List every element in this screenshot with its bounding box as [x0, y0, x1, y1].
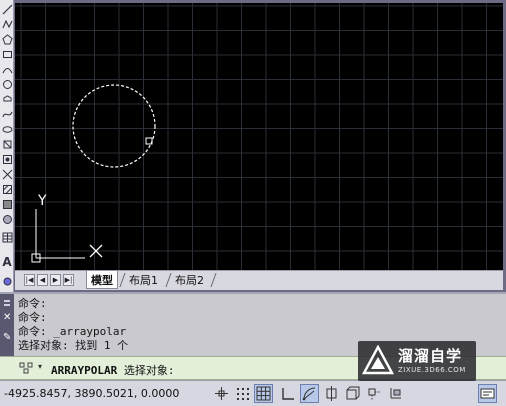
command-history-line: 选择对象: 找到 1 个: [18, 339, 129, 352]
next-tab-button[interactable]: ▶: [50, 274, 61, 286]
coordinate-display[interactable]: -4925.8457, 3890.5021, 0.0000: [4, 387, 179, 400]
snap-mode-icon[interactable]: [233, 384, 252, 403]
ellipse-tool-icon[interactable]: [1, 122, 13, 136]
watermark-title: 溜溜自学: [398, 347, 463, 365]
command-history-line: 命令:: [18, 311, 47, 324]
status-bar: -4925.8457, 3890.5021, 0.0000: [0, 380, 506, 406]
circle-tool-icon[interactable]: [1, 77, 13, 91]
ucs-y-label: Y: [37, 193, 47, 209]
make-block-icon[interactable]: [1, 152, 13, 166]
draw-toolbar: A: [0, 0, 14, 293]
object-snap-tracking-icon[interactable]: [364, 384, 383, 403]
add-selected-icon[interactable]: [1, 274, 13, 288]
tab-model-label: 模型: [91, 273, 113, 287]
gradient-icon[interactable]: [1, 197, 13, 211]
autocad-window: A Y |◀ ◀ ▶ ▶| 模型 布局1 布局2 ✕ ✎ 命令: 命令: 命令:…: [0, 0, 506, 406]
wrench-icon[interactable]: ✎: [3, 332, 11, 343]
tab-layout1-label: 布局1: [129, 274, 158, 287]
command-history-line: 命令:: [18, 297, 47, 310]
command-history-line: 命令: _arraypolar: [18, 325, 127, 338]
revcloud-tool-icon[interactable]: [1, 92, 13, 106]
arc-tool-icon[interactable]: [1, 62, 13, 76]
watermark-subtitle: ZIXUE.3D66.COM: [398, 366, 466, 374]
point-icon[interactable]: [1, 167, 13, 181]
command-icon[interactable]: [19, 362, 33, 374]
rectangle-tool-icon[interactable]: [1, 47, 13, 61]
selected-circle[interactable]: [72, 84, 156, 168]
tab-model[interactable]: 模型: [86, 271, 118, 289]
hatch-icon[interactable]: [1, 182, 13, 196]
prev-tab-button[interactable]: ◀: [37, 274, 48, 286]
polar-tracking-icon[interactable]: [300, 384, 319, 403]
grid-lines: [15, 3, 503, 270]
table-icon[interactable]: [1, 230, 13, 244]
first-tab-button[interactable]: |◀: [24, 274, 35, 286]
prompt-command-name: ARRAYPOLAR: [51, 364, 118, 377]
ucs-icon: Y: [31, 193, 103, 263]
polyline-tool-icon[interactable]: [1, 17, 13, 31]
command-prompt[interactable]: ARRAYPOLAR 选择对象:: [51, 362, 174, 378]
line-tool-icon[interactable]: [1, 2, 13, 16]
grid-display-icon[interactable]: [254, 384, 273, 403]
model-space-canvas[interactable]: Y: [15, 3, 503, 270]
watermark-logo-icon: [362, 345, 394, 375]
watermark: 溜溜自学 ZIXUE.3D66.COM: [358, 341, 476, 381]
chevron-down-icon[interactable]: ▾: [38, 362, 42, 371]
3d-object-snap-icon[interactable]: [343, 384, 362, 403]
spline-tool-icon[interactable]: [1, 107, 13, 121]
drawing-grid: Y: [15, 3, 503, 270]
polygon-tool-icon[interactable]: [1, 32, 13, 46]
object-snap-icon[interactable]: [322, 384, 341, 403]
prompt-text: 选择对象:: [123, 364, 175, 377]
layout-tabs-bar: |◀ ◀ ▶ ▶| 模型 布局1 布局2: [15, 270, 503, 290]
tab-layout2-label: 布局2: [175, 274, 204, 287]
tab-layout1[interactable]: 布局1: [125, 271, 162, 289]
insert-block-icon[interactable]: [1, 137, 13, 151]
infer-constraints-icon[interactable]: [212, 384, 231, 403]
command-window-grip[interactable]: ✕ ✎: [0, 294, 14, 358]
region-icon[interactable]: [1, 212, 13, 226]
dynamic-input-icon[interactable]: [478, 384, 497, 403]
dynamic-ucs-icon[interactable]: [386, 384, 405, 403]
close-icon[interactable]: ✕: [3, 312, 11, 323]
text-icon[interactable]: A: [1, 255, 13, 269]
last-tab-button[interactable]: ▶|: [63, 274, 74, 286]
ortho-mode-icon[interactable]: [279, 384, 298, 403]
tab-layout2[interactable]: 布局2: [171, 271, 208, 289]
